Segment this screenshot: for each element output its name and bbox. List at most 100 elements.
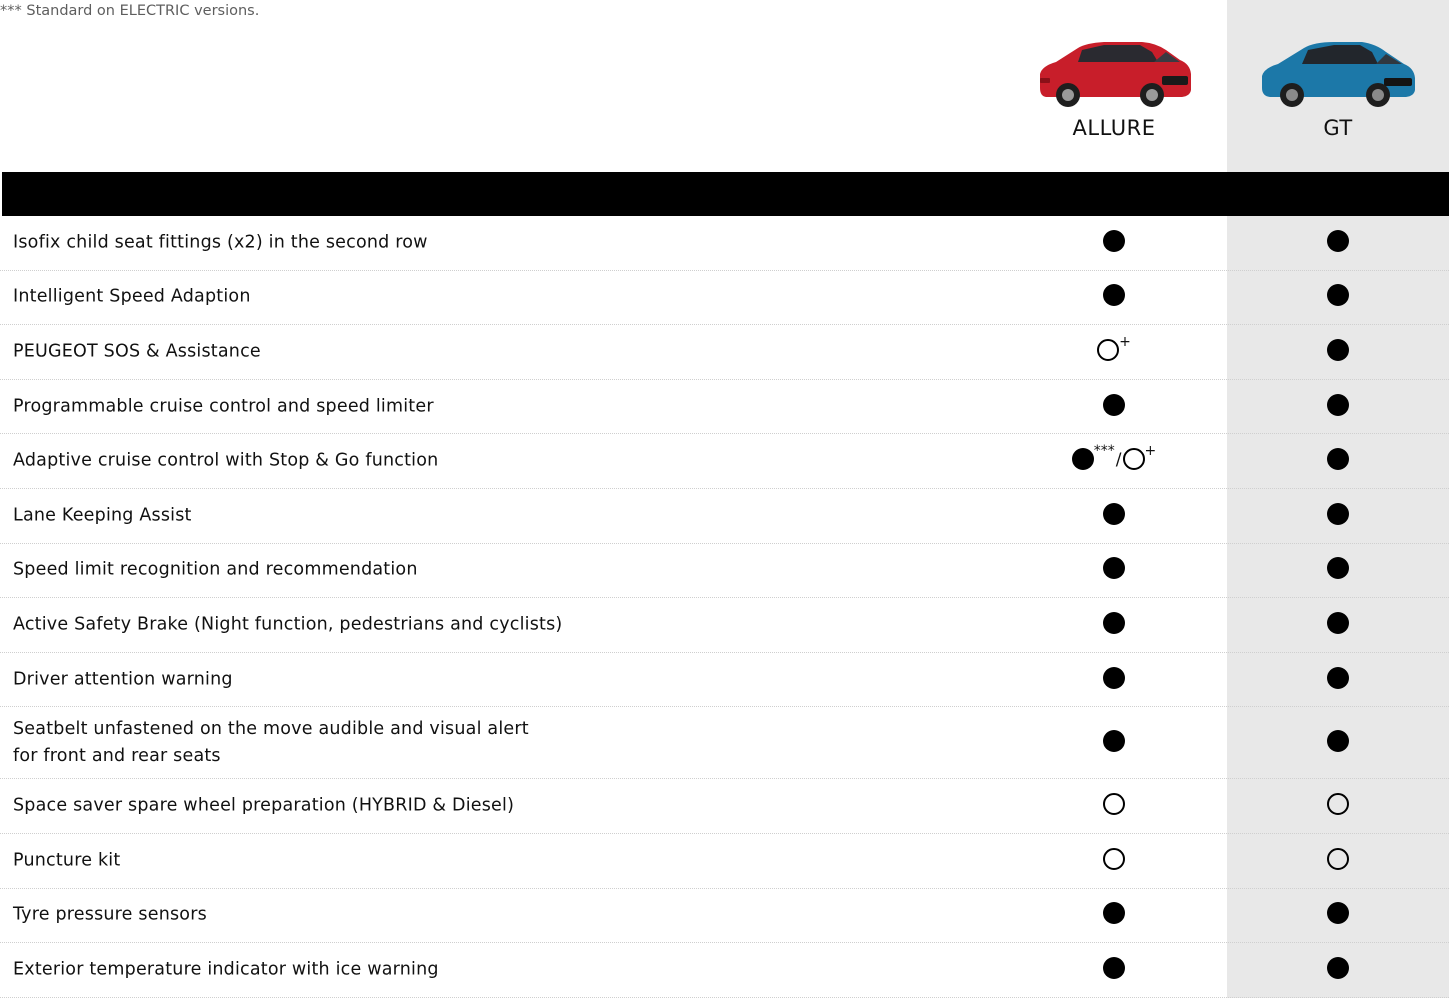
table-row: Seatbelt unfastened on the move audible … [0,707,1449,780]
feature-label-line: for front and rear seats [13,745,221,766]
allure-availability-cell: ***/ + [1003,444,1225,474]
gt-availability-cell [1227,611,1449,638]
feature-label: Puncture kit [13,847,120,874]
standard-filled-circle-icon [1103,729,1125,752]
option-open-circle-icon [1103,847,1125,870]
table-row: Isofix child seat fittings (x2) in the s… [0,216,1449,271]
standard-filled-circle-icon [1327,338,1349,361]
table-row: Exterior temperature indicator with ice … [0,943,1449,998]
feature-label: Adaptive cruise control with Stop & Go f… [13,448,438,475]
section-header-bar [2,172,1449,216]
feature-label: Tyre pressure sensors [13,902,207,929]
feature-label-line: Isofix child seat fittings (x2) in the s… [13,232,428,253]
standard-filled-circle-icon [1103,902,1125,925]
gt-availability-cell [1227,448,1449,474]
table-row: Puncture kit [0,834,1449,889]
feature-label-line: Intelligent Speed Adaption [13,286,251,307]
feature-label: Programmable cruise control and speed li… [13,393,434,420]
feature-label-line: Speed limit recognition and recommendati… [13,559,418,580]
column-header-allure: ALLURE [1003,38,1225,140]
table-row: Adaptive cruise control with Stop & Go f… [0,434,1449,489]
standard-filled-circle-icon [1103,229,1125,252]
gt-availability-cell [1227,229,1449,256]
feature-label: Exterior temperature indicator with ice … [13,956,439,983]
superscript-mark: *** [1093,443,1115,460]
standard-filled-circle-icon [1327,229,1349,252]
standard-filled-circle-icon [1327,393,1349,416]
feature-label: Active Safety Brake (Night function, ped… [13,611,562,638]
feature-table: Isofix child seat fittings (x2) in the s… [0,216,1449,998]
allure-availability-cell [1003,229,1225,256]
column-header-gt: GT [1227,38,1449,140]
option-open-circle-icon [1327,847,1349,870]
table-row: Active Safety Brake (Night function, ped… [0,598,1449,653]
option-open-circle-icon [1122,448,1145,471]
feature-label-line: Puncture kit [13,850,121,871]
option-open-circle-icon [1097,338,1120,361]
feature-label-line: Seatbelt unfastened on the move audible … [13,718,529,739]
standard-filled-circle-icon [1327,666,1349,689]
feature-label: Driver attention warning [13,666,233,693]
standard-filled-circle-icon [1103,393,1125,416]
feature-label-line: Active Safety Brake (Night function, ped… [13,614,563,635]
gt-availability-cell [1227,284,1449,310]
allure-availability-cell [1003,847,1225,874]
feature-label-line: Lane Keeping Assist [13,505,192,526]
gt-availability-cell [1227,902,1449,928]
feature-label: PEUGEOT SOS & Assistance [13,338,261,365]
standard-filled-circle-icon [1327,448,1349,471]
feature-label: Speed limit recognition and recommendati… [13,557,418,584]
table-row: Tyre pressure sensors [0,889,1449,944]
allure-availability-cell [1003,502,1225,529]
standard-filled-circle-icon [1103,956,1125,979]
option-open-circle-icon [1327,793,1349,816]
option-open-circle-icon [1103,793,1125,816]
standard-filled-circle-icon [1103,284,1125,307]
gt-availability-cell [1227,847,1449,874]
feature-label-line: PEUGEOT SOS & Assistance [13,341,261,362]
feature-label-line: Tyre pressure sensors [13,904,207,925]
standard-filled-circle-icon [1103,666,1125,689]
allure-availability-cell [1003,902,1225,928]
standard-filled-circle-icon [1327,956,1349,979]
allure-availability-cell [1003,393,1225,420]
table-row: Driver attention warning [0,653,1449,708]
allure-availability-cell [1003,557,1225,583]
allure-availability-cell [1003,729,1225,756]
standard-filled-circle-icon [1327,557,1349,580]
table-row: Speed limit recognition and recommendati… [0,544,1449,599]
standard-filled-circle-icon [1103,611,1125,634]
feature-label-line: Exterior temperature indicator with ice … [13,959,439,980]
allure-availability-cell [1003,956,1225,983]
gt-availability-cell [1227,502,1449,529]
standard-filled-circle-icon [1103,557,1125,580]
car-image-allure [1040,42,1191,107]
feature-label: Space saver spare wheel preparation (HYB… [13,793,514,820]
model-name-allure: ALLURE [1072,116,1156,140]
standard-filled-circle-icon [1103,502,1125,525]
allure-availability-cell [1003,793,1225,819]
table-row: Lane Keeping Assist [0,489,1449,544]
allure-availability-cell: + [1003,335,1225,365]
feature-label-line: Space saver spare wheel preparation (HYB… [13,795,515,816]
table-row: Intelligent Speed Adaption [0,271,1449,326]
feature-label-line: Programmable cruise control and speed li… [13,396,434,417]
superscript-mark: + [1119,333,1131,350]
feature-label-line: Adaptive cruise control with Stop & Go f… [13,450,439,471]
slash-separator: / [1115,450,1122,471]
gt-availability-cell [1227,793,1449,819]
standard-filled-circle-icon [1327,284,1349,307]
table-row: Space saver spare wheel preparation (HYB… [0,779,1449,834]
gt-availability-cell [1227,393,1449,420]
gt-availability-cell [1227,557,1449,583]
standard-filled-circle-icon [1327,502,1349,525]
table-row: Programmable cruise control and speed li… [0,380,1449,435]
feature-label: Intelligent Speed Adaption [13,284,251,311]
superscript-mark: + [1144,443,1157,460]
standard-filled-circle-icon [1327,729,1349,752]
feature-label: Isofix child seat fittings (x2) in the s… [13,229,428,256]
gt-availability-cell [1227,956,1449,983]
standard-filled-circle-icon [1327,611,1349,634]
table-row: PEUGEOT SOS & Assistance + [0,325,1449,380]
feature-label: Seatbelt unfastened on the move audible … [13,716,529,770]
